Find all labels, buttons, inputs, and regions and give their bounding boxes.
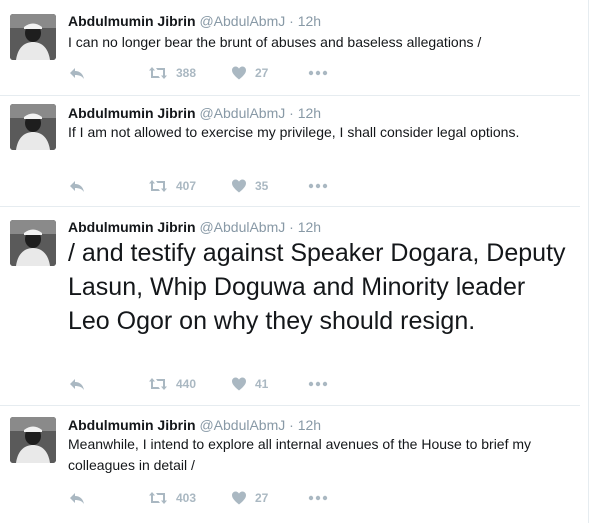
retweet-button[interactable]: 388 [148, 65, 196, 81]
retweet-icon [149, 180, 167, 192]
reply-button[interactable] [68, 65, 86, 81]
reply-icon [70, 493, 84, 504]
like-button[interactable]: 41 [231, 376, 268, 392]
more-icon [308, 183, 328, 189]
like-count: 41 [255, 377, 269, 391]
like-button[interactable]: 27 [231, 490, 268, 506]
reply-button[interactable] [68, 178, 86, 194]
timestamp[interactable]: 12h [298, 105, 321, 121]
heart-icon [232, 179, 246, 193]
tweet-text: If I am not allowed to exercise my privi… [68, 124, 520, 140]
tweet-text: / and testify against Speaker Dogara, De… [68, 239, 566, 335]
more-icon [308, 70, 328, 76]
retweet-icon [149, 492, 167, 504]
tweet-header: Abdulmumin Jibrin @AbdulAbmJ · 12h [68, 218, 321, 236]
avatar[interactable] [10, 220, 56, 266]
more-button[interactable] [308, 178, 328, 194]
separator: · [289, 219, 294, 235]
author-name[interactable]: Abdulmumin Jibrin [68, 105, 196, 121]
tweet[interactable]: Abdulmumin Jibrin @AbdulAbmJ · 12h Meanw… [0, 406, 580, 523]
retweet-count: 440 [176, 377, 197, 391]
author-handle[interactable]: @AbdulAbmJ [199, 105, 285, 121]
separator: · [289, 105, 294, 121]
author-name[interactable]: Abdulmumin Jibrin [68, 219, 196, 235]
heart-icon [232, 66, 246, 80]
like-count: 27 [255, 491, 269, 505]
more-button[interactable] [308, 376, 328, 392]
tweet-header: Abdulmumin Jibrin @AbdulAbmJ · 12h [68, 12, 321, 30]
more-icon [308, 381, 328, 387]
tweet-header: Abdulmumin Jibrin @AbdulAbmJ · 12h [68, 416, 321, 434]
retweet-icon [149, 378, 167, 390]
heart-icon [232, 491, 246, 505]
like-count: 27 [255, 66, 269, 80]
tweet-text: I can no longer bear the brunt of abuses… [68, 34, 482, 50]
tweet[interactable]: Abdulmumin Jibrin @AbdulAbmJ · 12h I can… [0, 0, 580, 96]
more-icon [308, 495, 328, 501]
more-button[interactable] [308, 490, 328, 506]
retweet-icon [149, 67, 167, 79]
author-name[interactable]: Abdulmumin Jibrin [68, 417, 196, 433]
avatar[interactable] [10, 417, 56, 463]
author-handle[interactable]: @AbdulAbmJ [199, 417, 285, 433]
reply-button[interactable] [68, 490, 86, 506]
tweet[interactable]: Abdulmumin Jibrin @AbdulAbmJ · 12h If I … [0, 96, 580, 207]
retweet-count: 407 [176, 179, 197, 193]
reply-icon [70, 181, 84, 192]
timestamp[interactable]: 12h [298, 219, 321, 235]
reply-button[interactable] [68, 376, 86, 392]
retweet-button[interactable]: 440 [148, 376, 196, 392]
reply-icon [70, 379, 84, 390]
author-name[interactable]: Abdulmumin Jibrin [68, 13, 196, 29]
like-count: 35 [255, 179, 269, 193]
tweet[interactable]: Abdulmumin Jibrin @AbdulAbmJ · 12h / and… [0, 207, 580, 406]
author-handle[interactable]: @AbdulAbmJ [199, 13, 285, 29]
tweet-header: Abdulmumin Jibrin @AbdulAbmJ · 12h [68, 104, 321, 122]
retweet-button[interactable]: 403 [148, 490, 196, 506]
separator: · [289, 13, 294, 29]
retweet-count: 388 [176, 66, 197, 80]
avatar[interactable] [10, 104, 56, 150]
reply-icon [70, 68, 84, 79]
like-button[interactable]: 35 [231, 178, 268, 194]
more-button[interactable] [308, 65, 328, 81]
retweet-button[interactable]: 407 [148, 178, 196, 194]
tweet-text: Meanwhile, I intend to explore all inter… [68, 436, 532, 473]
author-handle[interactable]: @AbdulAbmJ [199, 219, 285, 235]
separator: · [289, 417, 294, 433]
heart-icon [232, 377, 246, 391]
retweet-count: 403 [176, 491, 197, 505]
avatar[interactable] [10, 14, 56, 60]
timestamp[interactable]: 12h [298, 417, 321, 433]
tweet-feed: Abdulmumin Jibrin @AbdulAbmJ · 12h I can… [0, 0, 589, 523]
timestamp[interactable]: 12h [298, 13, 321, 29]
like-button[interactable]: 27 [231, 65, 268, 81]
